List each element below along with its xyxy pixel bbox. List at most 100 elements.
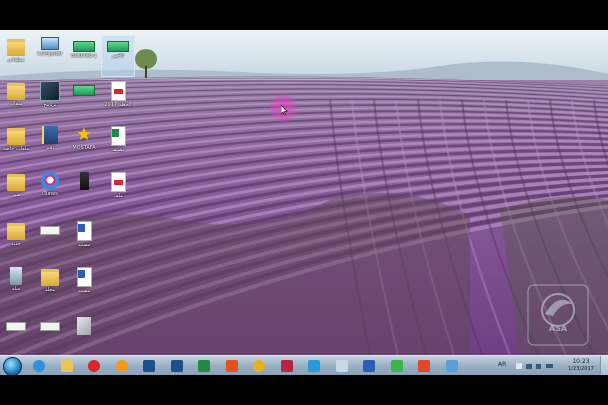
pdf-reader-icon bbox=[225, 360, 238, 372]
desktop-icon-label: ملف bbox=[113, 193, 123, 199]
desktop-icon[interactable] bbox=[0, 316, 32, 356]
card-icon-2 bbox=[6, 322, 26, 331]
desktop-icon[interactable] bbox=[68, 80, 100, 120]
photoshop-icon-1 bbox=[143, 360, 155, 372]
desktop-icon[interactable]: Computer bbox=[34, 36, 66, 76]
recycle-bin-icon bbox=[10, 267, 22, 285]
itunes-icon bbox=[41, 172, 59, 190]
watermark-logo: ASA bbox=[527, 284, 589, 346]
desktop-icon[interactable]: مجلداتي bbox=[0, 36, 32, 76]
battery-icon bbox=[546, 364, 553, 368]
folder-icon-1 bbox=[7, 39, 25, 56]
desktop-icons: مجلداتي Computer Bukhfed-1 الأخير ملفات برنام… bbox=[0, 30, 608, 355]
desktop-icon-label: MOSTAFA bbox=[72, 145, 96, 151]
volume-icon bbox=[536, 364, 541, 369]
word-file-icon-2 bbox=[76, 267, 92, 287]
desktop-icon[interactable]: مستند bbox=[68, 220, 100, 260]
taskbar-button[interactable] bbox=[248, 358, 270, 374]
star-icon: ★ bbox=[75, 124, 93, 145]
green-app-icon-3 bbox=[73, 85, 95, 96]
desktop-icon[interactable]: مصنف bbox=[102, 125, 134, 165]
desktop-icon[interactable]: مجلد bbox=[34, 266, 66, 306]
desktop-icon[interactable]: جديد bbox=[0, 220, 32, 260]
taskbar-button[interactable] bbox=[303, 358, 325, 374]
desktop-icon[interactable]: ★ MOSTAFA bbox=[68, 125, 100, 165]
access-icon bbox=[280, 360, 293, 372]
taskbar-button[interactable] bbox=[138, 358, 160, 374]
desktop-icon-label: مستند bbox=[77, 242, 91, 248]
desktop-icon[interactable]: مستند bbox=[68, 266, 100, 306]
desktop-icon[interactable]: سلة bbox=[0, 266, 32, 306]
desktop-icon[interactable] bbox=[68, 316, 100, 356]
desktop-icon[interactable] bbox=[68, 171, 100, 211]
taskbar-button[interactable] bbox=[83, 358, 105, 374]
taskbar-button[interactable] bbox=[441, 358, 463, 374]
folder-window-icon bbox=[335, 360, 348, 372]
taskbar-button[interactable] bbox=[386, 358, 408, 374]
card-icon-1 bbox=[40, 226, 60, 235]
language-indicator[interactable]: AR bbox=[498, 361, 506, 368]
flag-icon bbox=[516, 363, 522, 369]
desktop-icon[interactable]: 2017 الخطة bbox=[102, 80, 134, 120]
internet-explorer-icon bbox=[33, 360, 45, 372]
photoshop-icon-2 bbox=[170, 360, 183, 372]
camtasia-icon bbox=[390, 360, 403, 372]
shortcut-icon bbox=[77, 317, 91, 335]
desktop-icon[interactable]: Bukhfed-1 bbox=[68, 36, 100, 76]
taskbar-button[interactable] bbox=[166, 358, 188, 374]
screen-tool-icon bbox=[308, 360, 320, 372]
desktop-icon-label: ملفات bbox=[9, 101, 23, 107]
folder-icon-5 bbox=[7, 223, 25, 240]
show-desktop-button[interactable] bbox=[600, 356, 608, 375]
taskbar-button[interactable] bbox=[56, 358, 78, 374]
folder-icon-4 bbox=[7, 174, 25, 191]
taskbar-button[interactable] bbox=[331, 358, 353, 374]
desktop-icon-label: صور bbox=[11, 192, 21, 198]
desktop-icon-label: الأخير bbox=[112, 53, 124, 59]
clock-date: 1/23/2017 bbox=[568, 366, 594, 372]
start-button[interactable] bbox=[3, 357, 22, 375]
desktop-icon[interactable]: ملفات bbox=[0, 80, 32, 120]
taskbar-button[interactable] bbox=[193, 358, 215, 374]
taskbar-button[interactable] bbox=[276, 358, 298, 374]
network-tool-icon bbox=[445, 360, 458, 372]
mouse-cursor-icon bbox=[281, 105, 288, 115]
green-app-icon-2 bbox=[107, 41, 129, 52]
taskbar: AR 10:23 1/23/2017 bbox=[0, 355, 608, 375]
taskbar-button[interactable] bbox=[111, 358, 133, 374]
desktop-icon[interactable]: ملف bbox=[102, 171, 134, 211]
desktop-icon-label: برنامج bbox=[43, 102, 57, 108]
computer-icon bbox=[41, 37, 59, 50]
file-explorer-icon bbox=[60, 360, 73, 372]
desktop-icon[interactable]: برنامج bbox=[34, 80, 66, 120]
folder-icon-2 bbox=[7, 83, 25, 100]
desktop-icon-label: Computer bbox=[37, 51, 63, 57]
desktop-icon[interactable]: دفتر bbox=[34, 125, 66, 165]
opera-icon bbox=[88, 360, 100, 372]
clock[interactable]: 10:23 1/23/2017 bbox=[566, 358, 596, 373]
taskbar-button[interactable] bbox=[358, 358, 380, 374]
taskbar-button[interactable] bbox=[221, 358, 243, 374]
watermark-text: ASA bbox=[548, 324, 568, 333]
app-icon-1 bbox=[40, 81, 60, 101]
desktop-icon[interactable]: iTunes bbox=[34, 171, 66, 211]
desktop-icon-label: سلة bbox=[11, 286, 21, 292]
phone-icon bbox=[79, 172, 89, 190]
system-tray-icons[interactable] bbox=[516, 362, 556, 370]
chrome-icon bbox=[253, 360, 265, 372]
folder-icon-3 bbox=[7, 128, 25, 145]
desktop-icon-label: 2017 الخطة bbox=[104, 102, 132, 108]
taskbar-button[interactable] bbox=[413, 358, 435, 374]
desktop-icon[interactable] bbox=[34, 220, 66, 260]
desktop-icon[interactable]: ملفات خاصة bbox=[0, 125, 32, 165]
desktop-icon-label: مجلداتي bbox=[7, 57, 25, 63]
card-icon-3 bbox=[40, 322, 60, 331]
desktop-icon-label: جديد bbox=[11, 241, 21, 247]
desktop-icon[interactable] bbox=[34, 316, 66, 356]
desktop-icon[interactable]: الأخير bbox=[101, 35, 135, 77]
clock-time: 10:23 bbox=[572, 358, 590, 365]
desktop-icon-label: ملفات خاصة bbox=[2, 146, 30, 152]
pdf-icon-1 bbox=[110, 81, 126, 101]
desktop-icon[interactable]: صور bbox=[0, 171, 32, 211]
taskbar-button[interactable] bbox=[28, 358, 50, 374]
